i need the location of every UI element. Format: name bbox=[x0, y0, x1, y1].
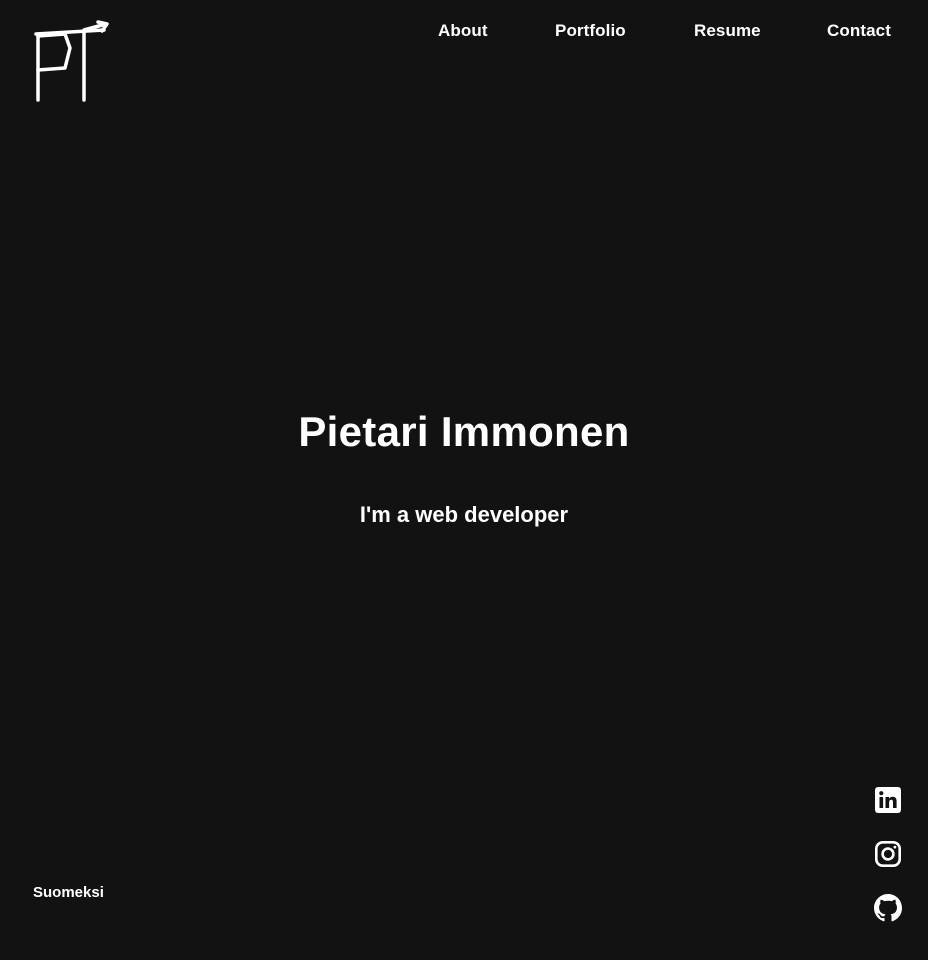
nav-resume-link[interactable]: Resume bbox=[694, 21, 761, 41]
linkedin-link[interactable] bbox=[874, 786, 902, 814]
linkedin-icon bbox=[875, 787, 901, 813]
nav-contact-link[interactable]: Contact bbox=[827, 21, 891, 41]
github-link[interactable] bbox=[874, 894, 902, 922]
nav-about-link[interactable]: About bbox=[438, 21, 488, 41]
github-icon bbox=[874, 894, 902, 922]
instagram-icon bbox=[874, 840, 901, 867]
hero-subtitle: I'm a web developer bbox=[359, 502, 569, 527]
language-toggle-link[interactable]: Suomeksi bbox=[33, 884, 104, 901]
pi-monogram-logo-icon bbox=[34, 20, 109, 102]
home-logo-link[interactable] bbox=[32, 20, 112, 104]
hero-title: Pietari Immonen bbox=[298, 408, 630, 455]
instagram-link[interactable] bbox=[874, 840, 902, 868]
nav-portfolio-link[interactable]: Portfolio bbox=[555, 21, 626, 41]
